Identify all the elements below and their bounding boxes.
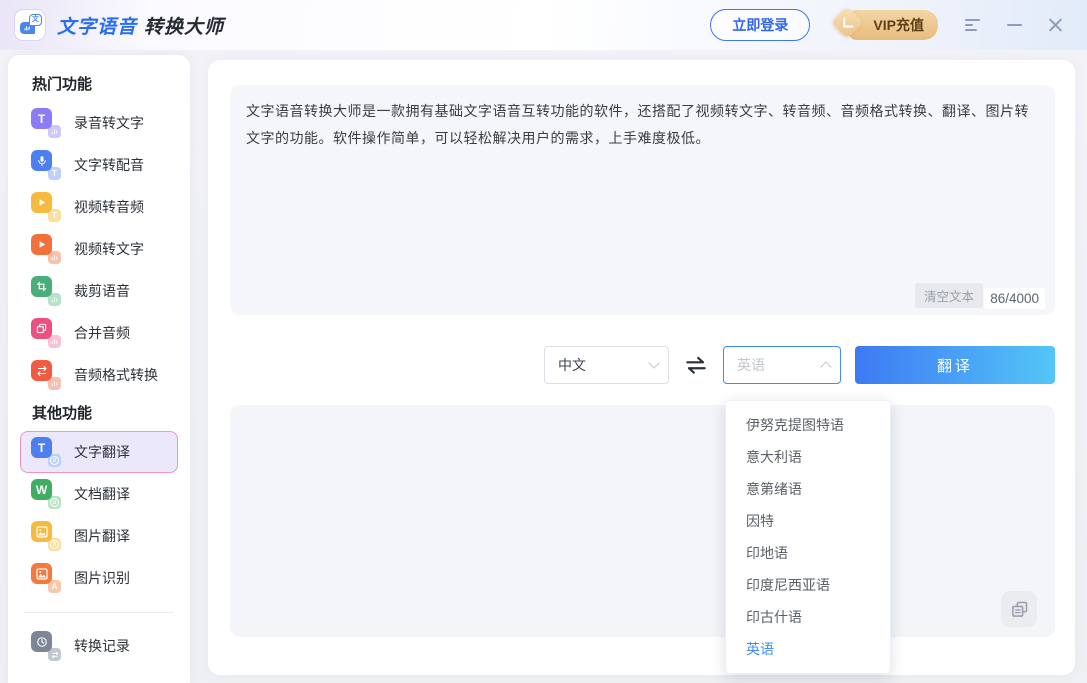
- audio-to-text-icon: [31, 108, 61, 138]
- vip-label: VIP充值: [873, 17, 924, 33]
- sidebar-item-label: 视频转文字: [74, 239, 144, 259]
- sidebar-item-label: 音频格式转换: [74, 365, 158, 385]
- sidebar-section-other: 其他功能: [32, 402, 178, 423]
- source-language-value: 中文: [558, 355, 586, 375]
- sidebar-item-label: 文字转配音: [74, 155, 144, 175]
- target-language-select[interactable]: 英语: [723, 346, 841, 384]
- sidebar-item-label: 合并音频: [74, 323, 130, 343]
- text-to-speech-icon: [31, 150, 61, 180]
- vip-recharge-button[interactable]: VIP充值: [849, 10, 938, 40]
- dropdown-option[interactable]: 印地语: [726, 537, 890, 569]
- copy-result-button[interactable]: [1001, 591, 1037, 627]
- video-to-text-icon: [31, 234, 61, 264]
- sidebar-item-audio-format-convert[interactable]: 音频格式转换: [20, 354, 178, 396]
- source-language-select[interactable]: 中文: [544, 346, 669, 384]
- sidebar-item-image-recognition[interactable]: 图片识别: [20, 557, 178, 599]
- sidebar-item-video-to-text[interactable]: 视频转文字: [20, 228, 178, 270]
- minimize-icon[interactable]: [1007, 24, 1022, 26]
- app-logo-icon: [14, 9, 46, 41]
- clear-text-button[interactable]: 清空文本: [915, 283, 983, 308]
- main-panel: 文字语音转换大师是一款拥有基础文字语音互转功能的软件，还搭配了视频转文字、转音频…: [208, 60, 1075, 675]
- copy-icon: [1009, 599, 1030, 620]
- video-to-audio-icon: [31, 192, 61, 222]
- sidebar-item-audio-to-text[interactable]: 录音转文字: [20, 102, 178, 144]
- target-language-value: 英语: [737, 355, 765, 375]
- close-icon[interactable]: [1048, 18, 1063, 33]
- app-title-primary: 文字语音: [57, 12, 137, 39]
- sidebar-item-label: 图片翻译: [74, 526, 130, 546]
- translate-bubble-icon: [29, 14, 42, 26]
- chevron-down-icon: [648, 357, 659, 368]
- document-translate-icon: [31, 479, 61, 509]
- dropdown-option[interactable]: 印度尼西亚语: [726, 569, 890, 601]
- sidebar-divider: [24, 612, 174, 613]
- title-bar: 文字语音 转换大师 立即登录 VIP充值: [0, 0, 1087, 50]
- char-counter: 86/4000: [984, 288, 1045, 309]
- sidebar-item-label: 文档翻译: [74, 484, 130, 504]
- crop-audio-icon: [31, 276, 61, 306]
- result-panel: [230, 405, 1055, 637]
- sidebar-item-image-translate[interactable]: 图片翻译: [20, 515, 178, 557]
- sidebar-item-trim-audio[interactable]: 裁剪语音: [20, 270, 178, 312]
- history-icon: [31, 631, 61, 661]
- vip-diamond-check-icon: [832, 6, 865, 39]
- dropdown-option[interactable]: 伊努克提图特语: [726, 409, 890, 441]
- language-row: 中文 英语 翻译: [544, 346, 1055, 384]
- sidebar-item-label: 裁剪语音: [74, 281, 130, 301]
- app-title: 文字语音 转换大师: [57, 12, 224, 39]
- sidebar-item-text-to-speech[interactable]: 文字转配音: [20, 144, 178, 186]
- image-translate-icon: [31, 521, 61, 551]
- image-recognition-icon: [31, 563, 61, 593]
- swap-languages-icon[interactable]: [683, 352, 709, 378]
- sidebar-item-text-translate[interactable]: 文字翻译: [20, 431, 178, 473]
- dropdown-option[interactable]: 意大利语: [726, 441, 890, 473]
- sidebar-section-hot: 热门功能: [32, 73, 178, 94]
- sidebar-item-history[interactable]: 转换记录: [20, 625, 178, 667]
- dropdown-option[interactable]: 意第绪语: [726, 473, 890, 505]
- sidebar-item-label: 转换记录: [74, 636, 130, 656]
- sidebar-item-merge-audio[interactable]: 合并音频: [20, 312, 178, 354]
- app-title-secondary: 转换大师: [144, 12, 224, 39]
- chevron-up-icon: [820, 361, 831, 372]
- text-translate-icon: [31, 437, 61, 467]
- sidebar-item-document-translate[interactable]: 文档翻译: [20, 473, 178, 515]
- sidebar-item-label: 图片识别: [74, 568, 130, 588]
- dropdown-option[interactable]: 印古什语: [726, 601, 890, 633]
- menu-lines-icon[interactable]: [965, 19, 981, 31]
- source-text-panel: 文字语音转换大师是一款拥有基础文字语音互转功能的软件，还搭配了视频转文字、转音频…: [230, 85, 1055, 315]
- sidebar-item-label: 文字翻译: [74, 442, 130, 462]
- translate-button[interactable]: 翻译: [855, 346, 1055, 384]
- dropdown-option-selected[interactable]: 英语: [726, 633, 890, 665]
- sidebar: 热门功能 录音转文字 文字转配音 视频转音频 视频转文字: [8, 55, 190, 683]
- merge-audio-icon: [31, 318, 61, 348]
- sidebar-item-label: 录音转文字: [74, 113, 144, 133]
- sidebar-item-video-to-audio[interactable]: 视频转音频: [20, 186, 178, 228]
- language-dropdown: 伊努克提图特语 意大利语 意第绪语 因特 印地语 印度尼西亚语 印古什语 英语: [725, 400, 891, 674]
- format-convert-icon: [31, 360, 61, 390]
- sidebar-item-label: 视频转音频: [74, 197, 144, 217]
- login-button[interactable]: 立即登录: [710, 9, 810, 41]
- source-text-input[interactable]: 文字语音转换大师是一款拥有基础文字语音互转功能的软件，还搭配了视频转文字、转音频…: [230, 85, 1055, 164]
- dropdown-option[interactable]: 因特: [726, 505, 890, 537]
